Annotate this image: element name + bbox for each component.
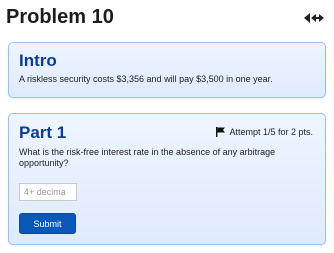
intro-card: Intro A riskless security costs $3,356 a…	[8, 42, 326, 98]
page-title: Problem 10	[6, 6, 114, 28]
page-header: Problem 10	[6, 2, 326, 32]
attempt-text: Attempt 1/5 for 2 pts.	[229, 127, 313, 137]
attempt-info: Attempt 1/5 for 2 pts.	[216, 127, 313, 137]
flag-icon[interactable]	[216, 127, 226, 137]
intro-text: A riskless security costs $3,356 and wil…	[19, 74, 273, 84]
prev-next-arrows-icon[interactable]	[304, 12, 326, 24]
part-1-heading: Part 1	[19, 123, 67, 142]
answer-input[interactable]	[19, 183, 77, 201]
submit-button[interactable]: Submit	[19, 213, 76, 234]
question-text: What is the risk-free interest rate in t…	[19, 147, 276, 168]
intro-heading: Intro	[19, 51, 57, 70]
part-1-card: Part 1 Attempt 1/5 for 2 pts. What is th…	[8, 113, 326, 245]
